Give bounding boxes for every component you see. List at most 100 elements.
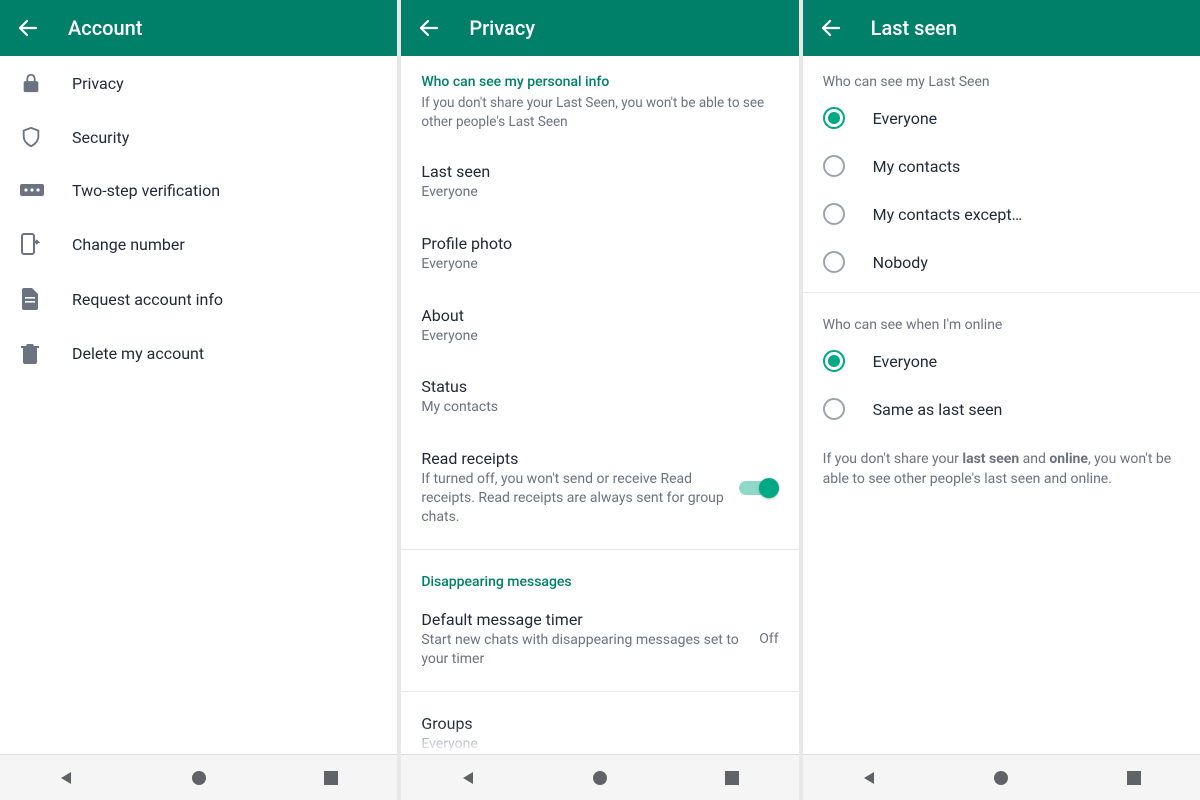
- footnote-bold: online: [1049, 451, 1088, 467]
- radio-everyone[interactable]: Everyone: [803, 94, 1200, 142]
- privacy-item-about[interactable]: About Everyone: [401, 290, 798, 362]
- shield-icon: [20, 126, 42, 148]
- back-button[interactable]: [409, 8, 449, 48]
- android-navbar: [401, 754, 798, 800]
- item-label: Privacy: [72, 74, 377, 93]
- back-button[interactable]: [8, 8, 48, 48]
- privacy-item-default-timer[interactable]: Default message timer Start new chats wi…: [401, 594, 798, 685]
- trash-icon: [20, 342, 40, 364]
- section-header: Who can see my Last Seen: [803, 56, 1200, 94]
- radio-icon: [823, 350, 845, 372]
- account-item-change-number[interactable]: Change number: [0, 216, 397, 272]
- item-label: About: [421, 306, 778, 325]
- screen-account: Account Privacy Security Two-step verifi…: [0, 0, 397, 800]
- section-header: Disappearing messages: [401, 556, 798, 594]
- account-item-two-step[interactable]: Two-step verification: [0, 164, 397, 216]
- circle-home-icon: [592, 770, 608, 786]
- privacy-content: Who can see my personal info If you don'…: [401, 56, 798, 800]
- footnote-text: If you don't share your: [823, 451, 963, 467]
- nav-home-button[interactable]: [179, 758, 219, 798]
- divider: [803, 292, 1200, 293]
- account-content: Privacy Security Two-step verification C…: [0, 56, 397, 800]
- radio-my-contacts[interactable]: My contacts: [803, 142, 1200, 190]
- arrow-left-icon: [819, 16, 843, 40]
- item-label: Security: [72, 128, 377, 147]
- topbar: Account: [0, 0, 397, 56]
- square-recents-icon: [324, 771, 338, 785]
- item-label: Read receipts: [421, 449, 728, 468]
- item-description: If turned off, you won't send or receive…: [421, 470, 728, 527]
- nav-back-button[interactable]: [849, 758, 889, 798]
- read-receipts-toggle[interactable]: [739, 476, 779, 500]
- divider: [401, 549, 798, 550]
- square-recents-icon: [1127, 771, 1141, 785]
- document-icon: [20, 288, 40, 310]
- section-header: Who can see when I'm online: [803, 299, 1200, 337]
- triangle-back-icon: [861, 770, 877, 786]
- item-value: Everyone: [421, 183, 778, 202]
- screen-last-seen: Last seen Who can see my Last Seen Every…: [803, 0, 1200, 800]
- switch-thumb: [759, 478, 779, 498]
- nav-back-button[interactable]: [448, 758, 488, 798]
- account-item-privacy[interactable]: Privacy: [0, 56, 397, 110]
- radio-label: My contacts except…: [873, 205, 1023, 224]
- section-header: Who can see my personal info: [401, 56, 798, 94]
- section-subtext: If you don't share your Last Seen, you w…: [401, 94, 798, 146]
- radio-label: Same as last seen: [873, 400, 1003, 419]
- nav-recents-button[interactable]: [712, 758, 752, 798]
- privacy-item-read-receipts[interactable]: Read receipts If turned off, you won't s…: [401, 433, 798, 543]
- nav-home-button[interactable]: [981, 758, 1021, 798]
- item-value: Everyone: [421, 735, 778, 754]
- item-label: Two-step verification: [72, 181, 377, 200]
- item-label: Groups: [421, 714, 778, 733]
- privacy-item-last-seen[interactable]: Last seen Everyone: [401, 146, 798, 218]
- topbar: Privacy: [401, 0, 798, 56]
- item-description: Start new chats with disappearing messag…: [421, 631, 749, 669]
- circle-home-icon: [993, 770, 1009, 786]
- privacy-item-status[interactable]: Status My contacts: [401, 361, 798, 433]
- triangle-back-icon: [58, 770, 74, 786]
- pin-icon: [20, 181, 44, 199]
- radio-icon: [823, 203, 845, 225]
- nav-back-button[interactable]: [46, 758, 86, 798]
- item-label: Request account info: [72, 290, 377, 309]
- radio-my-contacts-except[interactable]: My contacts except…: [803, 190, 1200, 238]
- nav-home-button[interactable]: [580, 758, 620, 798]
- nav-recents-button[interactable]: [311, 758, 351, 798]
- item-label: Change number: [72, 235, 377, 254]
- triangle-back-icon: [460, 770, 476, 786]
- page-title: Account: [68, 16, 142, 40]
- item-label: Status: [421, 377, 778, 396]
- nav-recents-button[interactable]: [1114, 758, 1154, 798]
- square-recents-icon: [725, 771, 739, 785]
- back-button[interactable]: [811, 8, 851, 48]
- radio-nobody[interactable]: Nobody: [803, 238, 1200, 286]
- radio-online-everyone[interactable]: Everyone: [803, 337, 1200, 385]
- item-label: Delete my account: [72, 344, 377, 363]
- sim-icon: [20, 232, 40, 256]
- item-value: Everyone: [421, 327, 778, 346]
- arrow-left-icon: [417, 16, 441, 40]
- android-navbar: [0, 754, 397, 800]
- page-title: Privacy: [469, 16, 535, 40]
- arrow-left-icon: [16, 16, 40, 40]
- radio-icon: [823, 251, 845, 273]
- divider: [401, 691, 798, 692]
- item-value: My contacts: [421, 398, 778, 417]
- account-item-delete[interactable]: Delete my account: [0, 326, 397, 380]
- item-label: Profile photo: [421, 234, 778, 253]
- footnote-text: and: [1019, 451, 1049, 467]
- radio-label: Everyone: [873, 109, 937, 128]
- android-navbar: [803, 754, 1200, 800]
- account-item-request-info[interactable]: Request account info: [0, 272, 397, 326]
- privacy-item-profile-photo[interactable]: Profile photo Everyone: [401, 218, 798, 290]
- account-item-security[interactable]: Security: [0, 110, 397, 164]
- page-title: Last seen: [871, 16, 957, 40]
- radio-online-same-as-last-seen[interactable]: Same as last seen: [803, 385, 1200, 433]
- radio-label: Everyone: [873, 352, 937, 371]
- topbar: Last seen: [803, 0, 1200, 56]
- lock-icon: [20, 72, 42, 94]
- screen-privacy: Privacy Who can see my personal info If …: [401, 0, 798, 800]
- radio-icon: [823, 107, 845, 129]
- footnote: If you don't share your last seen and on…: [803, 433, 1200, 506]
